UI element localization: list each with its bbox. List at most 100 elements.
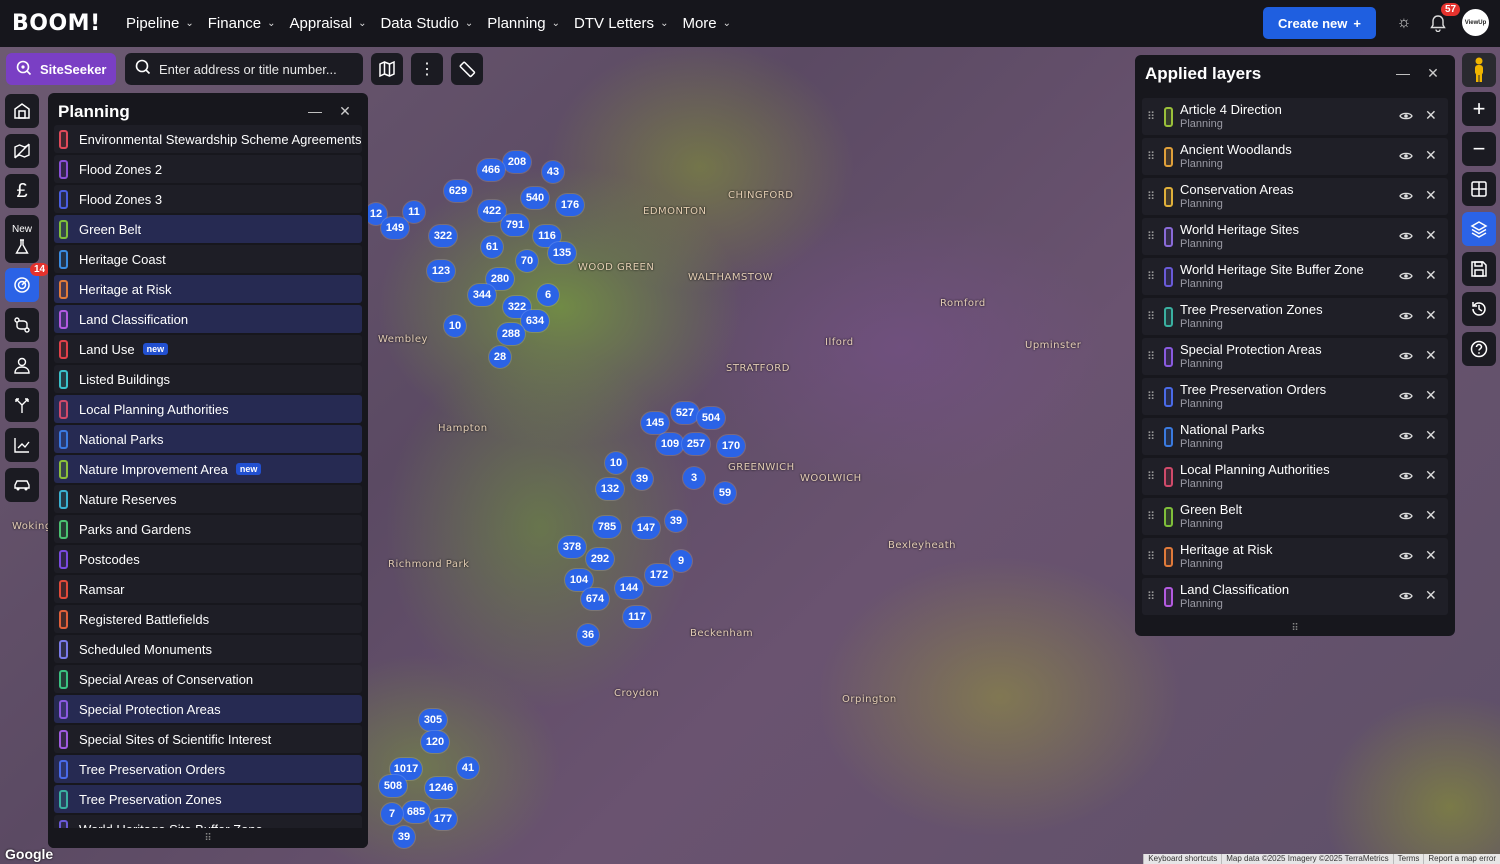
planning-layer-item[interactable]: Special Protection Areas [54, 695, 362, 723]
planning-layer-item[interactable]: Heritage at Risk [54, 275, 362, 303]
applied-layer-item[interactable]: ⠿ Heritage at Risk Planning ✕ [1142, 538, 1448, 575]
eye-icon[interactable] [1399, 389, 1413, 404]
planning-layer-item[interactable]: Nature Reserves [54, 485, 362, 513]
zoom-out-button[interactable]: − [1462, 132, 1496, 166]
theme-toggle-icon[interactable]: ☼ [1393, 12, 1415, 34]
nav-planning[interactable]: Planning ⌄ [487, 15, 560, 32]
drag-handle-icon[interactable]: ⠿ [1142, 550, 1160, 563]
map-cluster-marker[interactable]: 144 [615, 577, 643, 599]
nav-appraisal[interactable]: Appraisal ⌄ [290, 15, 367, 32]
street-view-pegman[interactable] [1462, 53, 1496, 87]
drag-handle-icon[interactable]: ⠿ [1142, 310, 1160, 323]
grid-button[interactable] [1462, 172, 1496, 206]
minimize-icon[interactable]: — [1395, 65, 1411, 81]
map-cluster-marker[interactable]: 10 [605, 452, 627, 474]
map-cluster-marker[interactable]: 378 [558, 536, 586, 558]
eye-icon[interactable] [1399, 509, 1413, 524]
drag-handle-icon[interactable]: ⠿ [1142, 390, 1160, 403]
map-cluster-marker[interactable]: 208 [503, 151, 531, 173]
map-cluster-marker[interactable]: 39 [631, 468, 653, 490]
remove-layer-icon[interactable]: ✕ [1425, 307, 1437, 324]
map-cluster-marker[interactable]: 685 [402, 801, 430, 823]
save-button[interactable] [1462, 252, 1496, 286]
rail-owner-button[interactable] [5, 348, 39, 382]
map-cluster-marker[interactable]: 28 [489, 346, 511, 368]
rail-split-button[interactable] [5, 388, 39, 422]
planning-layer-item[interactable]: Heritage Coast [54, 245, 362, 273]
applied-layer-item[interactable]: ⠿ Tree Preservation Zones Planning ✕ [1142, 298, 1448, 335]
planning-layer-item[interactable]: Flood Zones 2 [54, 155, 362, 183]
planning-layer-item[interactable]: Scheduled Monuments [54, 635, 362, 663]
planning-layer-item[interactable]: Flood Zones 3 [54, 185, 362, 213]
measure-button[interactable] [451, 53, 483, 85]
nav-pipeline[interactable]: Pipeline ⌄ [126, 15, 194, 32]
minimize-icon[interactable]: — [307, 103, 323, 119]
siteseeker-button[interactable]: SiteSeeker [6, 53, 116, 85]
eye-icon[interactable] [1399, 149, 1413, 164]
map-cluster-marker[interactable]: 540 [521, 187, 549, 209]
map-cluster-marker[interactable]: 117 [623, 606, 651, 628]
remove-layer-icon[interactable]: ✕ [1425, 507, 1437, 524]
map-cluster-marker[interactable]: 123 [427, 260, 455, 282]
map-cluster-marker[interactable]: 120 [421, 731, 449, 753]
eye-icon[interactable] [1399, 229, 1413, 244]
map-cluster-marker[interactable]: 172 [645, 564, 673, 586]
map-cluster-marker[interactable]: 70 [516, 250, 538, 272]
map-cluster-marker[interactable]: 504 [697, 407, 725, 429]
map-cluster-marker[interactable]: 135 [548, 242, 576, 264]
remove-layer-icon[interactable]: ✕ [1425, 147, 1437, 164]
rail-transport-button[interactable] [5, 468, 39, 502]
planning-layer-item[interactable]: Listed Buildings [54, 365, 362, 393]
applied-layer-item[interactable]: ⠿ Ancient Woodlands Planning ✕ [1142, 138, 1448, 175]
map-cluster-marker[interactable]: 322 [429, 225, 457, 247]
applied-layer-item[interactable]: ⠿ World Heritage Sites Planning ✕ [1142, 218, 1448, 255]
rail-finance-button[interactable]: £ [5, 174, 39, 208]
map-cluster-marker[interactable]: 147 [632, 517, 660, 539]
map-cluster-marker[interactable]: 176 [556, 194, 584, 216]
nav-data-studio[interactable]: Data Studio ⌄ [380, 15, 473, 32]
remove-layer-icon[interactable]: ✕ [1425, 187, 1437, 204]
drag-handle-icon[interactable]: ⠿ [1142, 270, 1160, 283]
terms-link[interactable]: Terms [1392, 854, 1424, 864]
search-input[interactable] [159, 61, 349, 77]
applied-layer-item[interactable]: ⠿ Article 4 Direction Planning ✕ [1142, 98, 1448, 135]
layers-button[interactable] [1462, 212, 1496, 246]
map-cluster-marker[interactable]: 785 [593, 516, 621, 538]
drag-handle-icon[interactable]: ⠿ [1142, 470, 1160, 483]
map-cluster-marker[interactable]: 61 [481, 236, 503, 258]
remove-layer-icon[interactable]: ✕ [1425, 107, 1437, 124]
drag-handle-icon[interactable]: ⠿ [1142, 350, 1160, 363]
zoom-in-button[interactable]: + [1462, 92, 1496, 126]
map-cluster-marker[interactable]: 466 [477, 159, 505, 181]
remove-layer-icon[interactable]: ✕ [1425, 267, 1437, 284]
map-cluster-marker[interactable]: 1246 [425, 777, 457, 799]
map-cluster-marker[interactable]: 508 [379, 775, 407, 797]
planning-layer-item[interactable]: Parks and Gardens [54, 515, 362, 543]
drag-handle-icon[interactable]: ⠿ [1142, 510, 1160, 523]
rail-analytics-button[interactable] [5, 428, 39, 462]
more-options-button[interactable]: ⋮ [411, 53, 443, 85]
eye-icon[interactable] [1399, 269, 1413, 284]
applied-layer-item[interactable]: ⠿ National Parks Planning ✕ [1142, 418, 1448, 455]
drag-handle-icon[interactable]: ⠿ [1142, 150, 1160, 163]
planning-layer-item[interactable]: Land Use new [54, 335, 362, 363]
avatar[interactable]: ViewUp [1462, 9, 1489, 36]
planning-layer-item[interactable]: Special Sites of Scientific Interest [54, 725, 362, 753]
planning-layer-item[interactable]: Land Classification [54, 305, 362, 333]
map-cluster-marker[interactable]: 6 [537, 284, 559, 306]
map-cluster-marker[interactable]: 791 [501, 214, 529, 236]
eye-icon[interactable] [1399, 589, 1413, 604]
eye-icon[interactable] [1399, 109, 1413, 124]
applied-layer-item[interactable]: ⠿ World Heritage Site Buffer Zone Planning… [1142, 258, 1448, 295]
planning-layer-item[interactable]: Tree Preservation Orders [54, 755, 362, 783]
applied-layer-item[interactable]: ⠿ Tree Preservation Orders Planning ✕ [1142, 378, 1448, 415]
keyboard-shortcuts-link[interactable]: Keyboard shortcuts [1143, 854, 1221, 864]
planning-layer-item[interactable]: Registered Battlefields [54, 605, 362, 633]
remove-layer-icon[interactable]: ✕ [1425, 387, 1437, 404]
map-cluster-marker[interactable]: 288 [497, 323, 525, 345]
remove-layer-icon[interactable]: ✕ [1425, 427, 1437, 444]
map-cluster-marker[interactable]: 36 [577, 624, 599, 646]
map-cluster-marker[interactable]: 9 [670, 550, 692, 572]
drag-handle-icon[interactable]: ⠿ [1142, 590, 1160, 603]
remove-layer-icon[interactable]: ✕ [1425, 347, 1437, 364]
